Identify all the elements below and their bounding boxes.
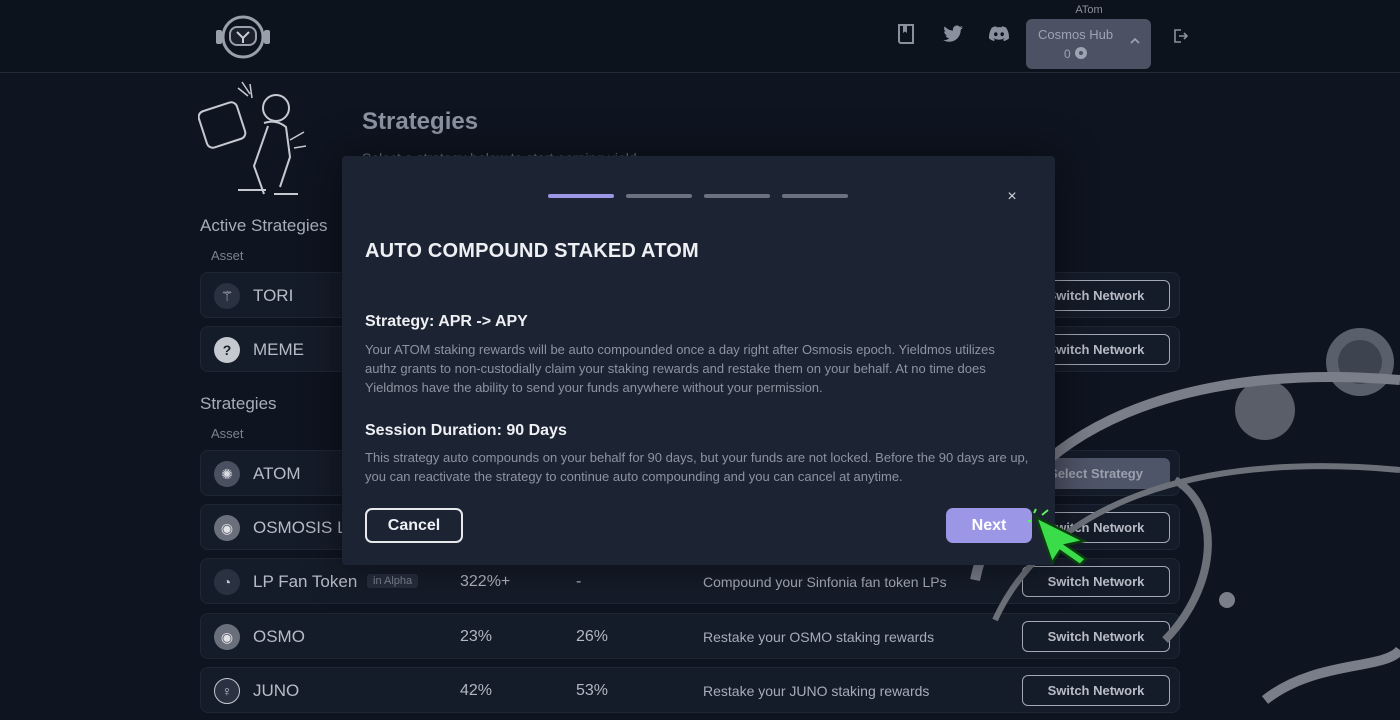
atom-icon: ✺ xyxy=(214,461,240,487)
chevron-up-icon xyxy=(1130,37,1140,44)
network-dropdown-button[interactable]: Cosmos Hub 0 xyxy=(1026,19,1151,69)
modal-title: AUTO COMPOUND STAKED ATOM xyxy=(365,240,699,262)
asset-name: OSMO xyxy=(253,627,305,646)
twitter-icon[interactable] xyxy=(941,22,965,46)
duration-heading: Session Duration: 90 Days xyxy=(365,422,567,439)
apr-value: 322%+ xyxy=(460,573,511,590)
asset-name: TORI xyxy=(253,286,294,305)
balance-value: 0 xyxy=(1064,47,1071,61)
asset-name: JUNO xyxy=(253,681,300,700)
network-selector: ATom Cosmos Hub 0 xyxy=(1026,4,1152,69)
apr-value: 42% xyxy=(460,682,493,699)
apr-value: 23% xyxy=(460,628,493,645)
osmo-icon: ◉ xyxy=(214,624,240,650)
strategy-modal: × AUTO COMPOUND STAKED ATOM Strategy: AP… xyxy=(342,156,1055,565)
close-icon[interactable]: × xyxy=(1004,189,1020,205)
duration-description: This strategy auto compounds on your beh… xyxy=(365,450,1029,484)
step-4 xyxy=(782,194,848,198)
active-strategies-title: Active Strategies xyxy=(200,216,328,235)
fan-token-icon: ◔ xyxy=(214,569,240,595)
apy-value: 53% xyxy=(576,682,609,699)
step-1 xyxy=(548,194,614,198)
discord-icon[interactable] xyxy=(987,22,1011,46)
asset-name: LP Fan Token xyxy=(253,572,358,591)
page-title: Strategies xyxy=(362,108,479,135)
alpha-badge: in Alpha xyxy=(367,574,419,588)
step-indicator xyxy=(548,194,848,198)
astronaut-illustration xyxy=(198,81,307,195)
strategies-asset-header: Asset xyxy=(211,426,244,441)
logout-icon[interactable] xyxy=(1172,28,1188,44)
atom-token-icon xyxy=(1075,47,1088,59)
cancel-button[interactable]: Cancel xyxy=(365,508,463,543)
tori-icon: ⚚ xyxy=(214,283,240,309)
network-balance: 0 xyxy=(1038,46,1151,61)
yieldmos-logo[interactable] xyxy=(210,12,276,62)
next-button[interactable]: Next xyxy=(946,508,1032,543)
apy-value: - xyxy=(576,573,582,590)
active-asset-header: Asset xyxy=(211,248,244,263)
top-bar: ATom Cosmos Hub 0 xyxy=(0,0,1400,73)
apy-value: 26% xyxy=(576,628,609,645)
meme-icon: ? xyxy=(214,337,240,363)
pointer-cursor-icon xyxy=(1028,508,1088,565)
osmosis-icon: ◉ xyxy=(214,515,240,541)
step-2 xyxy=(626,194,692,198)
strategy-description: Restake your JUNO staking rewards xyxy=(703,683,930,699)
strategy-description: Compound your Sinfonia fan token LPs xyxy=(703,574,947,590)
juno-icon: ♀ xyxy=(214,678,240,704)
strategy-heading: Strategy: APR -> APY xyxy=(365,313,528,330)
asset-name: MEME xyxy=(253,340,304,359)
step-3 xyxy=(704,194,770,198)
book-icon[interactable] xyxy=(895,22,919,46)
asset-name: ATOM xyxy=(253,464,301,483)
network-caption: ATom xyxy=(1075,4,1103,16)
strategy-description: Your ATOM staking rewards will be auto c… xyxy=(365,342,995,395)
strategy-description: Restake your OSMO staking rewards xyxy=(703,629,935,645)
strategies-title: Strategies xyxy=(200,394,277,413)
